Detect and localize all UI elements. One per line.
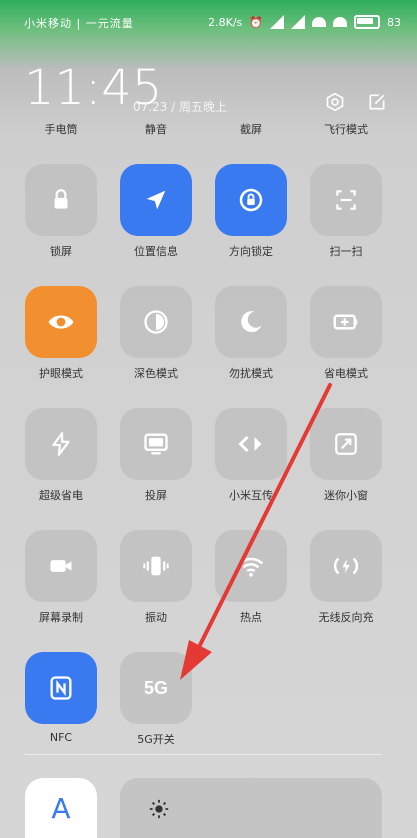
tile-label: 小米互传	[229, 489, 273, 502]
tile-label: 振动	[145, 611, 167, 624]
dark-mode-icon	[144, 310, 168, 334]
lock-icon	[54, 189, 68, 209]
auto-brightness-label: A	[51, 791, 71, 825]
edit-icon[interactable]	[367, 92, 387, 112]
signal-icon	[291, 15, 305, 29]
tile-label: 无线反向充	[318, 611, 374, 624]
tile-label: 深色模式	[134, 367, 178, 380]
settings-icon[interactable]	[325, 92, 345, 112]
tile-label: 位置信息	[134, 245, 178, 258]
tile-lock-screen[interactable]	[25, 164, 97, 236]
tile-label: 扫一扫	[329, 245, 363, 258]
flashlight-label[interactable]: 手电筒	[45, 121, 78, 137]
tile-location[interactable]	[120, 164, 192, 236]
screenshot-label[interactable]: 截屏	[240, 121, 262, 137]
tile-ultra-saver[interactable]	[25, 408, 97, 480]
brightness-slider[interactable]	[120, 778, 382, 838]
tile-label: 热点	[240, 611, 262, 624]
eye-icon	[48, 315, 74, 329]
tile-cast[interactable]	[120, 408, 192, 480]
moon-icon	[241, 311, 262, 333]
vibrate-icon	[143, 556, 169, 576]
tile-label: 迷你小窗	[324, 489, 368, 502]
location-arrow-icon	[146, 190, 166, 210]
tile-nfc[interactable]	[25, 652, 97, 724]
network-speed: 2.8K/s	[208, 15, 243, 29]
lightning-icon	[52, 432, 70, 456]
date: 07.23 / 周五晚上	[133, 100, 228, 114]
battery-percent: 83	[387, 15, 401, 29]
tile-5g[interactable]: 5G	[120, 652, 192, 724]
cast-screen-icon	[144, 433, 168, 455]
tile-reverse-charge[interactable]	[310, 530, 382, 602]
wifi-icon	[312, 17, 326, 27]
screen-record-icon	[50, 560, 72, 572]
top-row-labels: 手电筒 静音 截屏 飞行模式	[0, 121, 417, 141]
tile-label: 勿扰模式	[229, 367, 273, 380]
rotation-lock-icon	[239, 188, 263, 212]
tile-vibrate[interactable]	[120, 530, 192, 602]
reverse-charge-icon	[333, 557, 359, 575]
sun-icon	[149, 799, 169, 819]
tile-hotspot[interactable]	[215, 530, 287, 602]
tile-do-not-disturb[interactable]	[215, 286, 287, 358]
tile-eye-care[interactable]	[25, 286, 97, 358]
tile-label: 锁屏	[50, 245, 72, 258]
tile-label: 屏幕录制	[39, 611, 83, 624]
tile-label: 护眼模式	[39, 367, 83, 380]
carrier-text: 小米移动 | 一元流量	[24, 17, 134, 30]
tile-label: 方向锁定	[229, 245, 273, 258]
tile-label: 省电模式	[324, 367, 368, 380]
5g-icon: 5G	[143, 677, 168, 698]
tile-screen-record[interactable]	[25, 530, 97, 602]
tile-label: 5G开关	[137, 733, 175, 746]
mi-share-icon	[238, 435, 262, 453]
tile-label: 投屏	[145, 489, 167, 502]
divider	[25, 754, 382, 755]
nfc-icon	[50, 676, 72, 700]
tile-label: 超级省电	[39, 489, 83, 502]
status-bar: 小米移动 | 一元流量 2.8K/s ⏰ 83	[0, 0, 417, 46]
tile-rotation-lock[interactable]	[215, 164, 287, 236]
hotspot-icon	[238, 557, 264, 577]
alarm-icon: ⏰	[249, 15, 263, 29]
mini-window-icon	[335, 433, 357, 455]
tile-mi-share[interactable]	[215, 408, 287, 480]
mute-label[interactable]: 静音	[145, 121, 167, 137]
header-icons	[325, 92, 387, 112]
battery-saver-icon	[333, 314, 358, 330]
auto-brightness-button[interactable]: A	[25, 778, 97, 838]
tile-mini-window[interactable]	[310, 408, 382, 480]
signal-icon	[270, 15, 284, 29]
scan-icon	[336, 190, 356, 210]
wifi-icon	[333, 17, 347, 27]
tile-scan[interactable]	[310, 164, 382, 236]
tile-label: NFC	[49, 731, 73, 744]
airplane-mode-label[interactable]: 飞行模式	[324, 121, 368, 137]
tile-dark-mode[interactable]	[120, 286, 192, 358]
tile-battery-saver[interactable]	[310, 286, 382, 358]
status-right: 2.8K/s ⏰ 83	[208, 15, 401, 29]
battery-icon	[354, 15, 380, 29]
